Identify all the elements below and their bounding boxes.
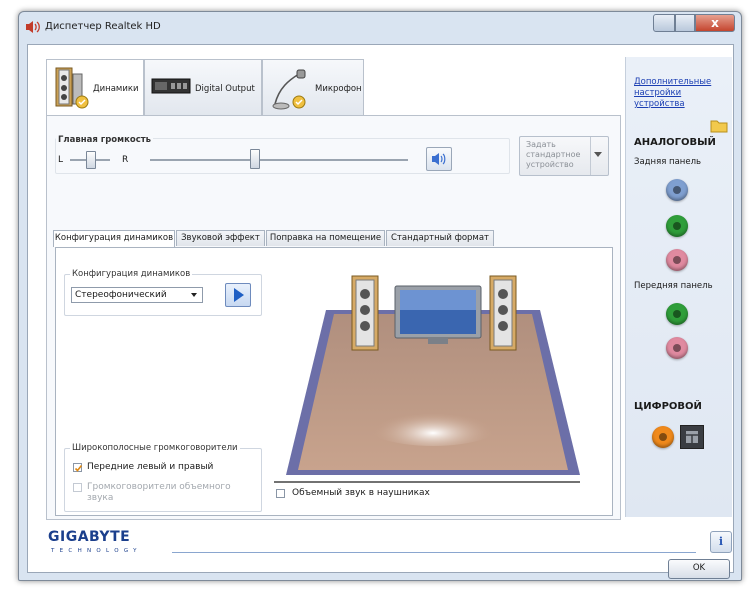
info-button[interactable]: i bbox=[710, 531, 732, 553]
rear-panel-label: Задняя панель bbox=[634, 157, 702, 167]
speaker-config-page: Конфигурация динамиков Стереофонический bbox=[55, 247, 613, 516]
set-default-device-label: Задать стандартное устройство bbox=[526, 140, 581, 169]
set-default-device-button[interactable]: Задать стандартное устройство bbox=[519, 136, 609, 176]
gigabyte-logo: GIGABYTE bbox=[48, 529, 131, 545]
headphone-surround-checkbox[interactable] bbox=[276, 489, 285, 498]
speaker-config-group: Конфигурация динамиков Стереофонический bbox=[64, 269, 262, 316]
maximize-button[interactable] bbox=[675, 14, 695, 32]
minimize-button[interactable] bbox=[653, 14, 675, 32]
speakers-panel: Главная громкость L R Задать стандартное… bbox=[46, 115, 621, 520]
mute-button[interactable] bbox=[426, 147, 452, 171]
main-volume-title: Главная громкость bbox=[56, 135, 154, 145]
balance-left-label: L bbox=[58, 155, 64, 165]
analog-title: АНАЛОГОВЫЙ bbox=[634, 137, 716, 148]
chevron-down-icon[interactable] bbox=[594, 152, 602, 157]
front-lr-label: Передние левый и правый bbox=[87, 462, 214, 472]
window-controls: x bbox=[653, 14, 735, 32]
rear-line-out-jack[interactable] bbox=[666, 215, 688, 237]
digital-output-icon bbox=[151, 74, 191, 98]
dropdown-arrow-icon bbox=[191, 293, 197, 297]
fullrange-speakers-group: Широкополосные громкоговорители Передние… bbox=[64, 443, 262, 512]
rear-mic-jack[interactable] bbox=[666, 249, 688, 271]
balance-right-label: R bbox=[122, 155, 129, 165]
tab-digital-output-label: Digital Output bbox=[195, 84, 255, 94]
balance-slider-thumb[interactable] bbox=[86, 151, 96, 169]
front-headphone-jack[interactable] bbox=[666, 303, 688, 325]
footer-divider bbox=[172, 552, 696, 553]
speaker-config-group-title: Конфигурация динамиков bbox=[70, 269, 193, 279]
speaker-volume-icon bbox=[432, 153, 446, 165]
tab-digital-output[interactable]: Digital Output bbox=[144, 59, 262, 115]
tab-speakers[interactable]: Динамики bbox=[46, 59, 144, 117]
subtab-default-format[interactable]: Стандартный формат bbox=[386, 230, 494, 246]
digital-title: ЦИФРОВОЙ bbox=[634, 401, 702, 412]
optical-output-jack[interactable] bbox=[680, 425, 704, 449]
ok-button[interactable]: OK bbox=[668, 559, 730, 579]
split-divider bbox=[590, 137, 591, 175]
title-bar[interactable]: Диспетчер Realtek HD x bbox=[19, 12, 741, 42]
play-icon bbox=[234, 288, 244, 302]
headphone-surround-label: Объемный звук в наушниках bbox=[292, 488, 430, 498]
close-button[interactable]: x bbox=[695, 14, 735, 32]
client-area: Динамики Digital Output Микрофон Главная… bbox=[27, 44, 734, 579]
volume-track bbox=[150, 159, 408, 161]
checkmark-icon bbox=[74, 465, 83, 472]
front-panel-label: Передняя панель bbox=[634, 281, 713, 291]
rear-line-in-jack[interactable] bbox=[666, 179, 688, 201]
main-volume-group: Главная громкость L R bbox=[55, 135, 510, 174]
microphone-icon bbox=[271, 68, 311, 112]
advanced-settings-link[interactable]: Дополнительные настройки устройства bbox=[634, 77, 726, 110]
play-test-button[interactable] bbox=[225, 283, 251, 307]
tab-microphone[interactable]: Микрофон bbox=[262, 59, 364, 115]
subtab-room-correction[interactable]: Поправка на помещение bbox=[266, 230, 385, 246]
speakers-icon bbox=[53, 66, 89, 110]
subtab-sound-effect[interactable]: Звуковой эффект bbox=[176, 230, 265, 246]
fullrange-group-title: Широкополосные громкоговорители bbox=[70, 443, 240, 453]
subtab-speaker-config[interactable]: Конфигурация динамиков bbox=[53, 230, 175, 247]
tab-speakers-label: Динамики bbox=[93, 84, 139, 94]
volume-slider-thumb[interactable] bbox=[250, 149, 260, 169]
gigabyte-tagline: TECHNOLOGY bbox=[51, 548, 142, 554]
speaker-room-visual bbox=[268, 270, 598, 485]
connector-sidebar: Дополнительные настройки устройства АНАЛ… bbox=[625, 57, 732, 517]
coaxial-output-jack[interactable] bbox=[652, 426, 674, 448]
front-lr-checkbox[interactable] bbox=[73, 463, 83, 472]
speaker-app-icon bbox=[25, 20, 41, 34]
tab-microphone-label: Микрофон bbox=[315, 84, 362, 94]
window-title: Диспетчер Realtek HD bbox=[45, 21, 161, 32]
speaker-config-selected: Стереофонический bbox=[75, 290, 167, 300]
surround-checkbox[interactable] bbox=[73, 483, 82, 492]
optical-port-icon bbox=[686, 431, 698, 443]
speaker-config-select[interactable]: Стереофонический bbox=[71, 287, 203, 303]
realtek-window: Диспетчер Realtek HD x Динамики Digital … bbox=[18, 11, 742, 581]
folder-icon[interactable] bbox=[710, 117, 728, 133]
surround-label: Громкоговорители объемного звука bbox=[87, 482, 231, 503]
front-mic-jack[interactable] bbox=[666, 337, 688, 359]
